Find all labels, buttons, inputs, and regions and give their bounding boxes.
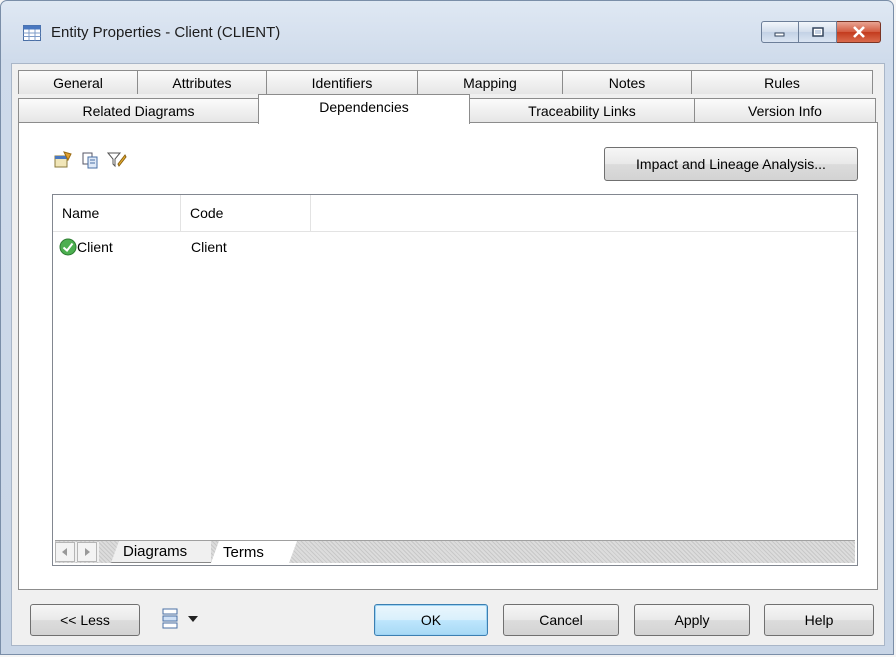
less-button[interactable]: << Less: [30, 604, 140, 636]
properties-icon: [54, 151, 72, 168]
dependencies-list: Name Code Client Client Diagrams Terms: [52, 194, 858, 566]
list-header: Name Code: [53, 195, 857, 232]
tab-mapping[interactable]: Mapping: [417, 70, 563, 94]
triangle-left-icon: [62, 548, 67, 556]
tab-identifiers[interactable]: Identifiers: [266, 70, 418, 94]
layout-menu-button[interactable]: [162, 608, 198, 630]
apply-button[interactable]: Apply: [634, 604, 750, 636]
maximize-button[interactable]: [799, 21, 837, 43]
dropdown-arrow-icon: [188, 616, 198, 622]
close-icon: [852, 26, 865, 38]
tab-version-info[interactable]: Version Info: [694, 98, 876, 122]
tab-related-diagrams[interactable]: Related Diagrams: [18, 98, 259, 122]
tab-attributes[interactable]: Attributes: [137, 70, 267, 94]
maximize-icon: [811, 27, 824, 37]
tab-notes[interactable]: Notes: [562, 70, 692, 94]
subtab-scroll-arrows: [55, 542, 99, 562]
cancel-button[interactable]: Cancel: [503, 604, 619, 636]
subtab-scroll-left[interactable]: [55, 542, 75, 562]
properties-button[interactable]: [52, 150, 74, 170]
copy-icon: [82, 152, 98, 169]
table-icon: [23, 25, 41, 41]
subtab-diagrams[interactable]: Diagrams: [111, 541, 211, 563]
column-header-name[interactable]: Name: [53, 195, 181, 231]
bottom-sub-tabs: Diagrams Terms: [55, 540, 855, 563]
check-ok-icon: [59, 238, 77, 256]
tab-row-bottom: Related Diagrams Dependencies Traceabili…: [18, 94, 876, 124]
subtab-scroll-right[interactable]: [77, 542, 97, 562]
list-layout-icon: [162, 608, 178, 629]
filter-icon: [107, 152, 127, 168]
row-code: Client: [191, 239, 227, 255]
column-header-code[interactable]: Code: [181, 195, 311, 231]
filter-button[interactable]: [106, 150, 128, 170]
tab-traceability-links[interactable]: Traceability Links: [469, 98, 695, 122]
title-bar[interactable]: Entity Properties - Client (CLIENT): [1, 1, 893, 43]
copy-button[interactable]: [80, 150, 102, 170]
tab-general[interactable]: General: [18, 70, 138, 94]
tab-rules[interactable]: Rules: [691, 70, 873, 94]
ok-button[interactable]: OK: [374, 604, 488, 636]
window-title: Entity Properties - Client (CLIENT): [51, 24, 281, 41]
subtab-terms[interactable]: Terms: [211, 541, 297, 563]
impact-lineage-analysis-button[interactable]: Impact and Lineage Analysis...: [604, 147, 858, 181]
minimize-icon: [774, 32, 785, 37]
help-button[interactable]: Help: [764, 604, 874, 636]
tab-row-top: General Attributes Identifiers Mapping N…: [18, 70, 873, 94]
close-window-button[interactable]: [837, 21, 881, 43]
list-item[interactable]: Client Client: [53, 237, 857, 259]
tab-dependencies[interactable]: Dependencies: [258, 94, 470, 124]
minimize-button[interactable]: [761, 21, 799, 43]
row-name: Client: [77, 239, 113, 255]
triangle-right-icon: [85, 548, 90, 556]
